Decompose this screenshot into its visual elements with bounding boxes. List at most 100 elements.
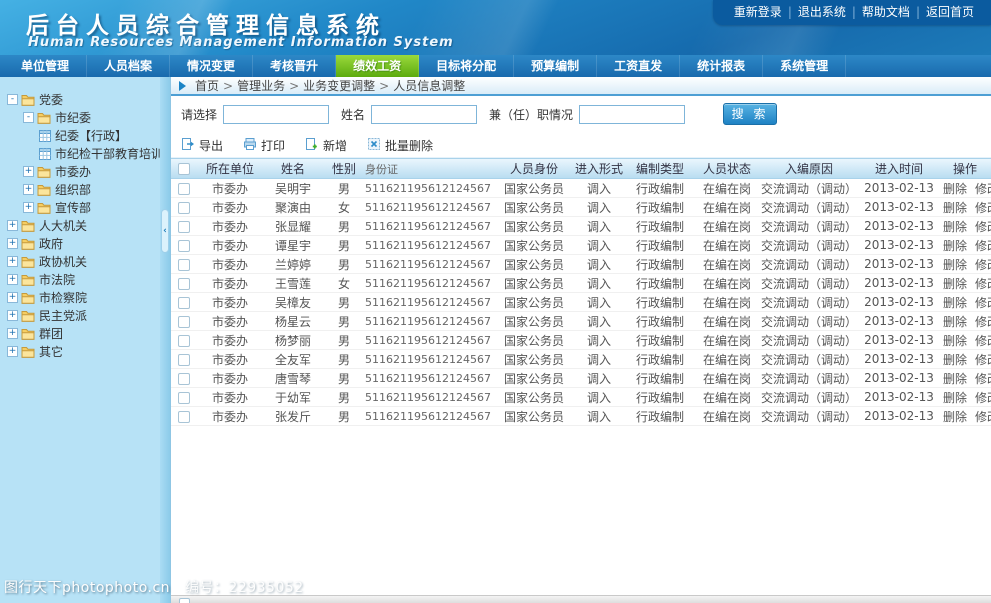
delete-link[interactable]: 删除 xyxy=(943,334,967,348)
tree-item-党委[interactable]: -党委 xyxy=(0,91,170,108)
sidebar-collapse-handle[interactable]: ‹ xyxy=(161,209,169,253)
delete-link[interactable]: 删除 xyxy=(943,372,967,386)
export-button[interactable]: 导出 xyxy=(181,137,223,154)
row-checkbox[interactable] xyxy=(178,221,190,233)
breadcrumb-item-0[interactable]: 首页 xyxy=(195,79,219,93)
top-link-1[interactable]: 退出系统 xyxy=(798,5,846,19)
edit-link[interactable]: 修改 xyxy=(975,239,991,253)
tree-item-民主党派[interactable]: +民主党派 xyxy=(0,307,170,324)
column-header-3[interactable]: 身份证 xyxy=(365,161,495,177)
tree-item-市纪检干部教育培训中心[interactable]: 市纪检干部教育培训中心 xyxy=(0,145,170,162)
delete-link[interactable]: 删除 xyxy=(943,182,967,196)
name-filter-input[interactable] xyxy=(371,105,477,124)
edit-link[interactable]: 修改 xyxy=(975,391,991,405)
row-checkbox[interactable] xyxy=(178,373,190,385)
menu-item-9[interactable]: 系统管理 xyxy=(763,55,846,77)
column-header-2[interactable]: 性别 xyxy=(323,160,365,177)
row-checkbox[interactable] xyxy=(178,354,190,366)
menu-item-8[interactable]: 统计报表 xyxy=(680,55,763,77)
edit-link[interactable]: 修改 xyxy=(975,315,991,329)
tree-item-市委办[interactable]: +市委办 xyxy=(0,163,170,180)
collapse-toggle-icon[interactable]: - xyxy=(7,94,18,105)
edit-link[interactable]: 修改 xyxy=(975,182,991,196)
tree-item-政协机关[interactable]: +政协机关 xyxy=(0,253,170,270)
edit-link[interactable]: 修改 xyxy=(975,201,991,215)
row-checkbox[interactable] xyxy=(178,316,190,328)
expand-toggle-icon[interactable]: + xyxy=(7,328,18,339)
batch-delete-button[interactable]: 批量删除 xyxy=(367,137,433,154)
row-checkbox[interactable] xyxy=(178,392,190,404)
expand-toggle-icon[interactable]: + xyxy=(23,166,34,177)
menu-item-2[interactable]: 情况变更 xyxy=(170,55,253,77)
tree-item-市纪委[interactable]: -市纪委 xyxy=(0,109,170,126)
edit-link[interactable]: 修改 xyxy=(975,277,991,291)
delete-link[interactable]: 删除 xyxy=(943,258,967,272)
select-filter-input[interactable] xyxy=(223,105,329,124)
expand-toggle-icon[interactable]: + xyxy=(7,274,18,285)
row-checkbox[interactable] xyxy=(178,183,190,195)
tree-item-市检察院[interactable]: +市检察院 xyxy=(0,289,170,306)
column-header-10[interactable]: 操作 xyxy=(939,160,991,177)
column-header-0[interactable]: 所在单位 xyxy=(197,160,263,177)
delete-link[interactable]: 删除 xyxy=(943,410,967,424)
menu-item-7[interactable]: 工资直发 xyxy=(597,55,680,77)
print-button[interactable]: 打印 xyxy=(243,137,285,154)
column-header-5[interactable]: 进入形式 xyxy=(573,160,625,177)
menu-item-6[interactable]: 预算编制 xyxy=(514,55,597,77)
job-filter-input[interactable] xyxy=(579,105,685,124)
edit-link[interactable]: 修改 xyxy=(975,353,991,367)
edit-link[interactable]: 修改 xyxy=(975,296,991,310)
expand-toggle-icon[interactable]: + xyxy=(7,292,18,303)
column-header-9[interactable]: 进入时间 xyxy=(859,160,939,177)
menu-item-5[interactable]: 目标将分配 xyxy=(419,55,514,77)
row-checkbox[interactable] xyxy=(178,335,190,347)
tree-item-人大机关[interactable]: +人大机关 xyxy=(0,217,170,234)
edit-link[interactable]: 修改 xyxy=(975,220,991,234)
menu-item-0[interactable]: 单位管理 xyxy=(4,55,87,77)
delete-link[interactable]: 删除 xyxy=(943,391,967,405)
select-all-checkbox[interactable] xyxy=(178,163,190,175)
row-checkbox[interactable] xyxy=(178,411,190,423)
expand-toggle-icon[interactable]: + xyxy=(23,202,34,213)
top-link-3[interactable]: 返回首页 xyxy=(926,5,974,19)
tree-item-群团[interactable]: +群团 xyxy=(0,325,170,342)
tree-item-市法院[interactable]: +市法院 xyxy=(0,271,170,288)
edit-link[interactable]: 修改 xyxy=(975,334,991,348)
expand-toggle-icon[interactable]: + xyxy=(7,310,18,321)
expand-toggle-icon[interactable]: + xyxy=(7,238,18,249)
top-link-0[interactable]: 重新登录 xyxy=(734,5,782,19)
tree-item-组织部[interactable]: +组织部 xyxy=(0,181,170,198)
menu-item-1[interactable]: 人员档案 xyxy=(87,55,170,77)
breadcrumb-item-3[interactable]: 人员信息调整 xyxy=(393,79,465,93)
column-header-6[interactable]: 编制类型 xyxy=(625,160,695,177)
expand-toggle-icon[interactable]: + xyxy=(7,256,18,267)
edit-link[interactable]: 修改 xyxy=(975,372,991,386)
row-checkbox[interactable] xyxy=(178,240,190,252)
search-button[interactable]: 搜 索 xyxy=(723,103,777,125)
top-link-2[interactable]: 帮助文档 xyxy=(862,5,910,19)
tree-item-政府[interactable]: +政府 xyxy=(0,235,170,252)
edit-link[interactable]: 修改 xyxy=(975,410,991,424)
row-checkbox[interactable] xyxy=(178,259,190,271)
menu-item-4[interactable]: 绩效工资 xyxy=(336,55,419,77)
delete-link[interactable]: 删除 xyxy=(943,239,967,253)
column-header-1[interactable]: 姓名 xyxy=(263,160,323,177)
delete-link[interactable]: 删除 xyxy=(943,201,967,215)
breadcrumb-item-2[interactable]: 业务变更调整 xyxy=(303,79,375,93)
row-checkbox[interactable] xyxy=(178,297,190,309)
delete-link[interactable]: 删除 xyxy=(943,353,967,367)
breadcrumb-item-1[interactable]: 管理业务 xyxy=(237,79,285,93)
edit-link[interactable]: 修改 xyxy=(975,258,991,272)
tree-item-其它[interactable]: +其它 xyxy=(0,343,170,360)
delete-link[interactable]: 删除 xyxy=(943,315,967,329)
delete-link[interactable]: 删除 xyxy=(943,296,967,310)
expand-toggle-icon[interactable]: + xyxy=(23,184,34,195)
column-header-8[interactable]: 入编原因 xyxy=(759,160,859,177)
row-checkbox[interactable] xyxy=(178,202,190,214)
collapse-toggle-icon[interactable]: - xyxy=(23,112,34,123)
row-checkbox[interactable] xyxy=(178,278,190,290)
tree-item-纪委【行政】[interactable]: 纪委【行政】 xyxy=(0,127,170,144)
expand-toggle-icon[interactable]: + xyxy=(7,220,18,231)
pagination-select-all-checkbox[interactable] xyxy=(179,598,190,603)
delete-link[interactable]: 删除 xyxy=(943,277,967,291)
